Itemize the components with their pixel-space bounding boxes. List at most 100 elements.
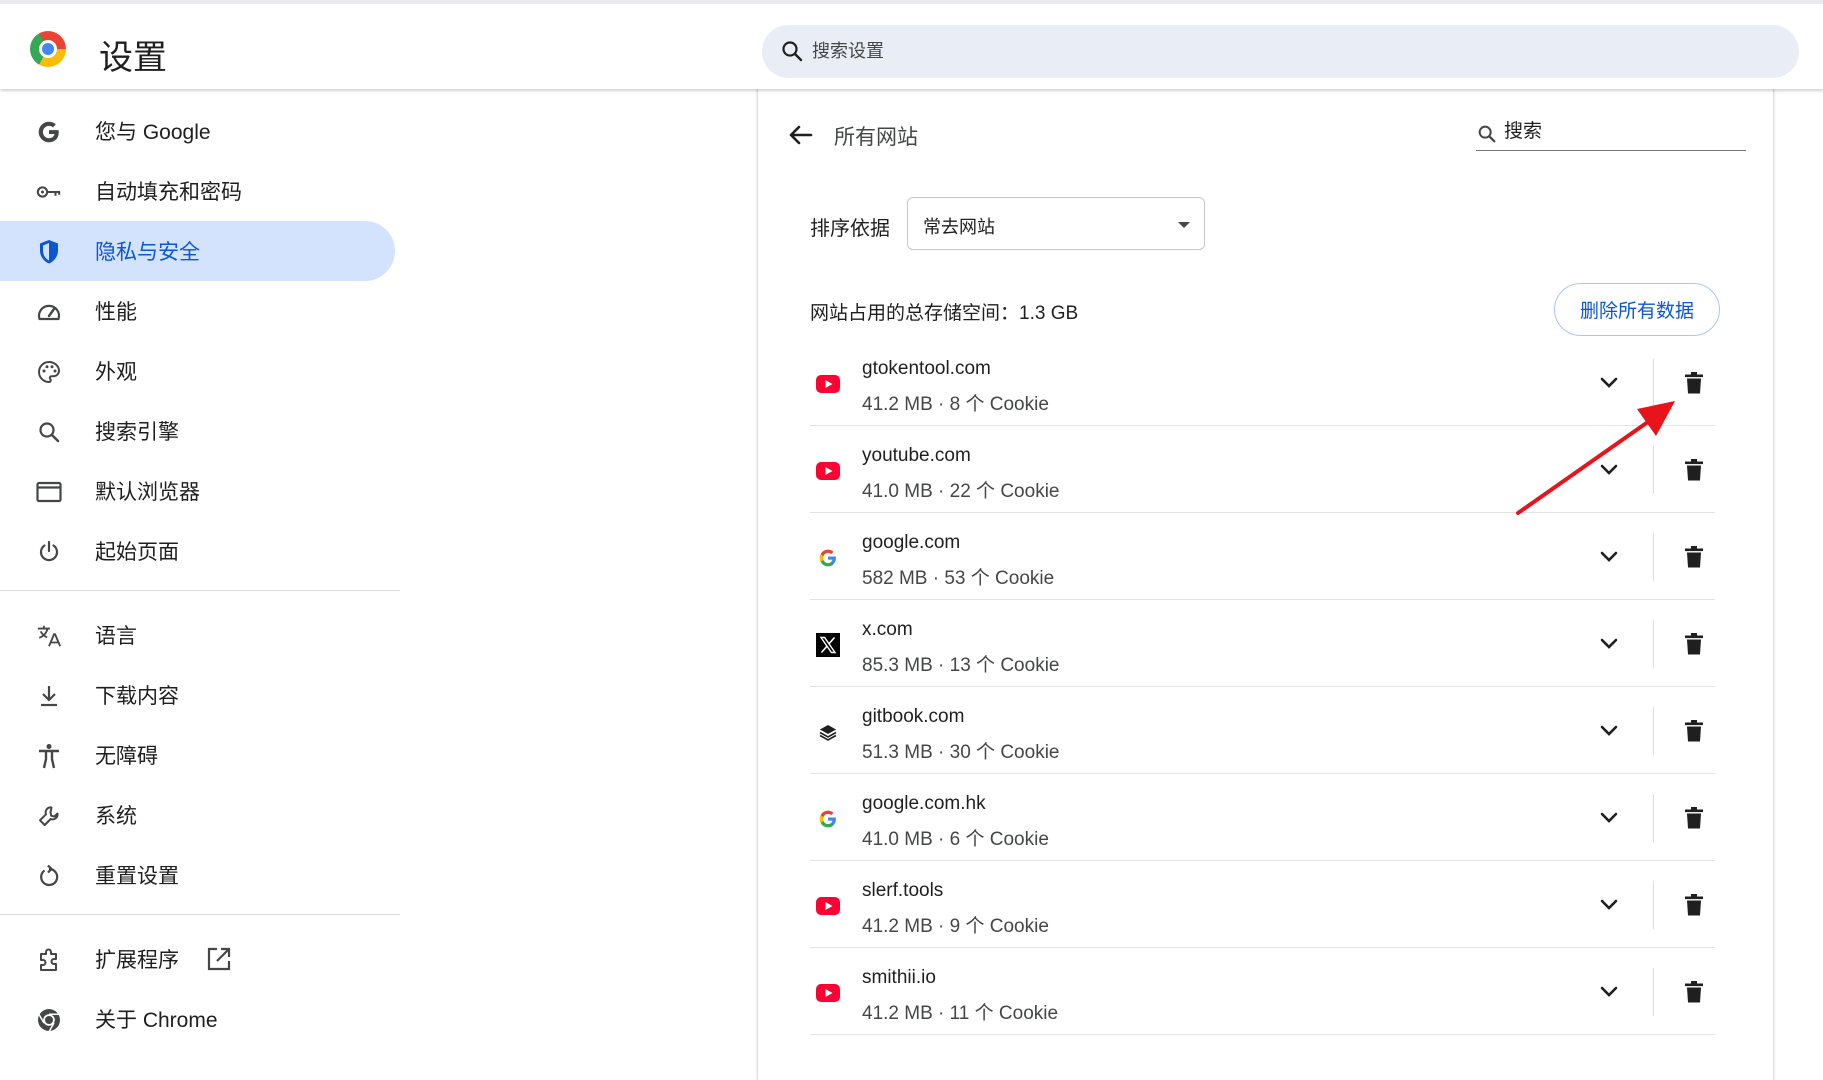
sidebar: 您与 Google 自动填充和密码 隐私与安全 性能 外观 搜索引擎 默认浏览器… — [0, 89, 400, 1080]
reset-icon — [36, 863, 62, 889]
site-row[interactable]: google.com 582 MB · 53 个 Cookie — [810, 513, 1715, 600]
chevron-down-icon[interactable] — [1594, 542, 1624, 572]
google-g-icon — [815, 545, 841, 571]
sidebar-item-downloads[interactable]: 下载内容 — [0, 665, 395, 725]
sidebar-item-label: 外观 — [95, 361, 137, 384]
sidebar-item-label: 默认浏览器 — [95, 481, 200, 504]
sidebar-item-label: 关于 Chrome — [95, 1009, 218, 1032]
translate-icon — [36, 623, 62, 649]
chevron-down-icon[interactable] — [1594, 455, 1624, 485]
external-link-icon — [206, 946, 232, 977]
sort-dropdown[interactable]: 常去网站 — [907, 197, 1205, 250]
sidebar-item-startup[interactable]: 起始页面 — [0, 521, 395, 581]
chevron-down-icon[interactable] — [1594, 629, 1624, 659]
sidebar-item-label: 起始页面 — [95, 541, 179, 564]
row-divider — [1653, 620, 1654, 668]
sidebar-item-label: 隐私与安全 — [95, 241, 200, 264]
site-usage: 41.0 MB · 6 个 Cookie — [862, 829, 1049, 850]
trash-icon[interactable] — [1679, 629, 1709, 659]
trash-icon[interactable] — [1679, 455, 1709, 485]
site-search-field[interactable] — [1476, 115, 1746, 151]
trash-icon[interactable] — [1679, 716, 1709, 746]
chevron-down-icon[interactable] — [1594, 368, 1624, 398]
trash-icon[interactable] — [1679, 542, 1709, 572]
site-usage: 41.2 MB · 9 个 Cookie — [862, 916, 1049, 937]
site-usage: 51.3 MB · 30 个 Cookie — [862, 742, 1060, 763]
row-divider — [1653, 446, 1654, 494]
row-divider — [1653, 968, 1654, 1016]
chevron-down-icon[interactable] — [1594, 716, 1624, 746]
trash-icon[interactable] — [1679, 890, 1709, 920]
sidebar-item-extensions[interactable]: 扩展程序 — [0, 929, 395, 989]
google-g-icon — [815, 806, 841, 832]
sidebar-item-languages[interactable]: 语言 — [0, 605, 395, 665]
site-row[interactable]: google.com.hk 41.0 MB · 6 个 Cookie — [810, 774, 1715, 861]
speedometer-icon — [36, 299, 62, 325]
sidebar-item-you-and-google[interactable]: 您与 Google — [0, 101, 395, 161]
sidebar-item-label: 扩展程序 — [95, 949, 179, 972]
trash-icon[interactable] — [1679, 977, 1709, 1007]
site-name: smithii.io — [862, 967, 936, 988]
chevron-down-icon[interactable] — [1594, 890, 1624, 920]
site-row[interactable]: x.com 85.3 MB · 13 个 Cookie — [810, 600, 1715, 687]
sidebar-item-label: 性能 — [95, 301, 137, 324]
top-bar: 设置 — [0, 0, 1823, 89]
site-usage: 41.2 MB · 11 个 Cookie — [862, 1003, 1059, 1024]
site-row[interactable]: gtokentool.com 41.2 MB · 8 个 Cookie — [810, 339, 1715, 426]
row-divider — [1653, 533, 1654, 581]
chrome-icon — [36, 1007, 62, 1033]
site-row[interactable]: slerf.tools 41.2 MB · 9 个 Cookie — [810, 861, 1715, 948]
youtube-icon — [815, 371, 841, 397]
chevron-down-icon[interactable] — [1594, 803, 1624, 833]
youtube-icon — [815, 893, 841, 919]
site-usage: 41.2 MB · 8 个 Cookie — [862, 394, 1049, 415]
sidebar-item-label: 下载内容 — [95, 685, 179, 708]
chrome-logo-icon — [30, 31, 66, 67]
site-name: gitbook.com — [862, 706, 965, 727]
youtube-icon — [815, 458, 841, 484]
sidebar-item-label: 您与 Google — [95, 121, 211, 144]
trash-icon[interactable] — [1679, 803, 1709, 833]
sidebar-item-search-engine[interactable]: 搜索引擎 — [0, 401, 395, 461]
dropdown-caret-icon — [1178, 222, 1190, 228]
sidebar-item-accessibility[interactable]: 无障碍 — [0, 725, 395, 785]
sidebar-item-appearance[interactable]: 外观 — [0, 341, 395, 401]
x-logo-icon — [815, 632, 841, 658]
settings-search-box[interactable] — [762, 25, 1799, 78]
clear-all-data-button[interactable]: 删除所有数据 — [1554, 283, 1720, 336]
sidebar-divider — [0, 914, 400, 915]
search-input[interactable] — [812, 25, 1712, 78]
sidebar-item-autofill[interactable]: 自动填充和密码 — [0, 161, 395, 221]
chevron-down-icon[interactable] — [1594, 977, 1624, 1007]
sidebar-item-label: 语言 — [95, 625, 137, 648]
site-row[interactable]: smithii.io 41.2 MB · 11 个 Cookie — [810, 948, 1715, 1035]
shield-icon — [36, 239, 62, 265]
site-search-input[interactable] — [1504, 115, 1744, 149]
sidebar-item-about-chrome[interactable]: 关于 Chrome — [0, 989, 395, 1049]
puzzle-icon — [36, 947, 62, 973]
gitbook-icon — [815, 719, 841, 745]
site-name: google.com.hk — [862, 793, 986, 814]
search-icon — [36, 419, 62, 445]
sidebar-item-system[interactable]: 系统 — [0, 785, 395, 845]
browser-window-icon — [36, 479, 62, 505]
row-divider — [1653, 707, 1654, 755]
site-name: slerf.tools — [862, 880, 944, 901]
site-name: x.com — [862, 619, 913, 640]
site-usage: 41.0 MB · 22 个 Cookie — [862, 481, 1060, 502]
palette-icon — [36, 359, 62, 385]
site-name: gtokentool.com — [862, 358, 991, 379]
sidebar-item-default-browser[interactable]: 默认浏览器 — [0, 461, 395, 521]
site-row[interactable]: youtube.com 41.0 MB · 22 个 Cookie — [810, 426, 1715, 513]
row-divider — [1653, 794, 1654, 842]
site-list: gtokentool.com 41.2 MB · 8 个 Cookie yout… — [810, 339, 1715, 1035]
sidebar-item-privacy[interactable]: 隐私与安全 — [0, 221, 395, 281]
sidebar-item-reset[interactable]: 重置设置 — [0, 845, 395, 905]
back-arrow-icon[interactable] — [785, 119, 817, 151]
search-icon — [782, 41, 803, 62]
trash-icon[interactable] — [1679, 368, 1709, 398]
page-subtitle: 所有网站 — [834, 126, 918, 149]
site-row[interactable]: gitbook.com 51.3 MB · 30 个 Cookie — [810, 687, 1715, 774]
sidebar-divider — [0, 590, 400, 591]
sidebar-item-performance[interactable]: 性能 — [0, 281, 395, 341]
